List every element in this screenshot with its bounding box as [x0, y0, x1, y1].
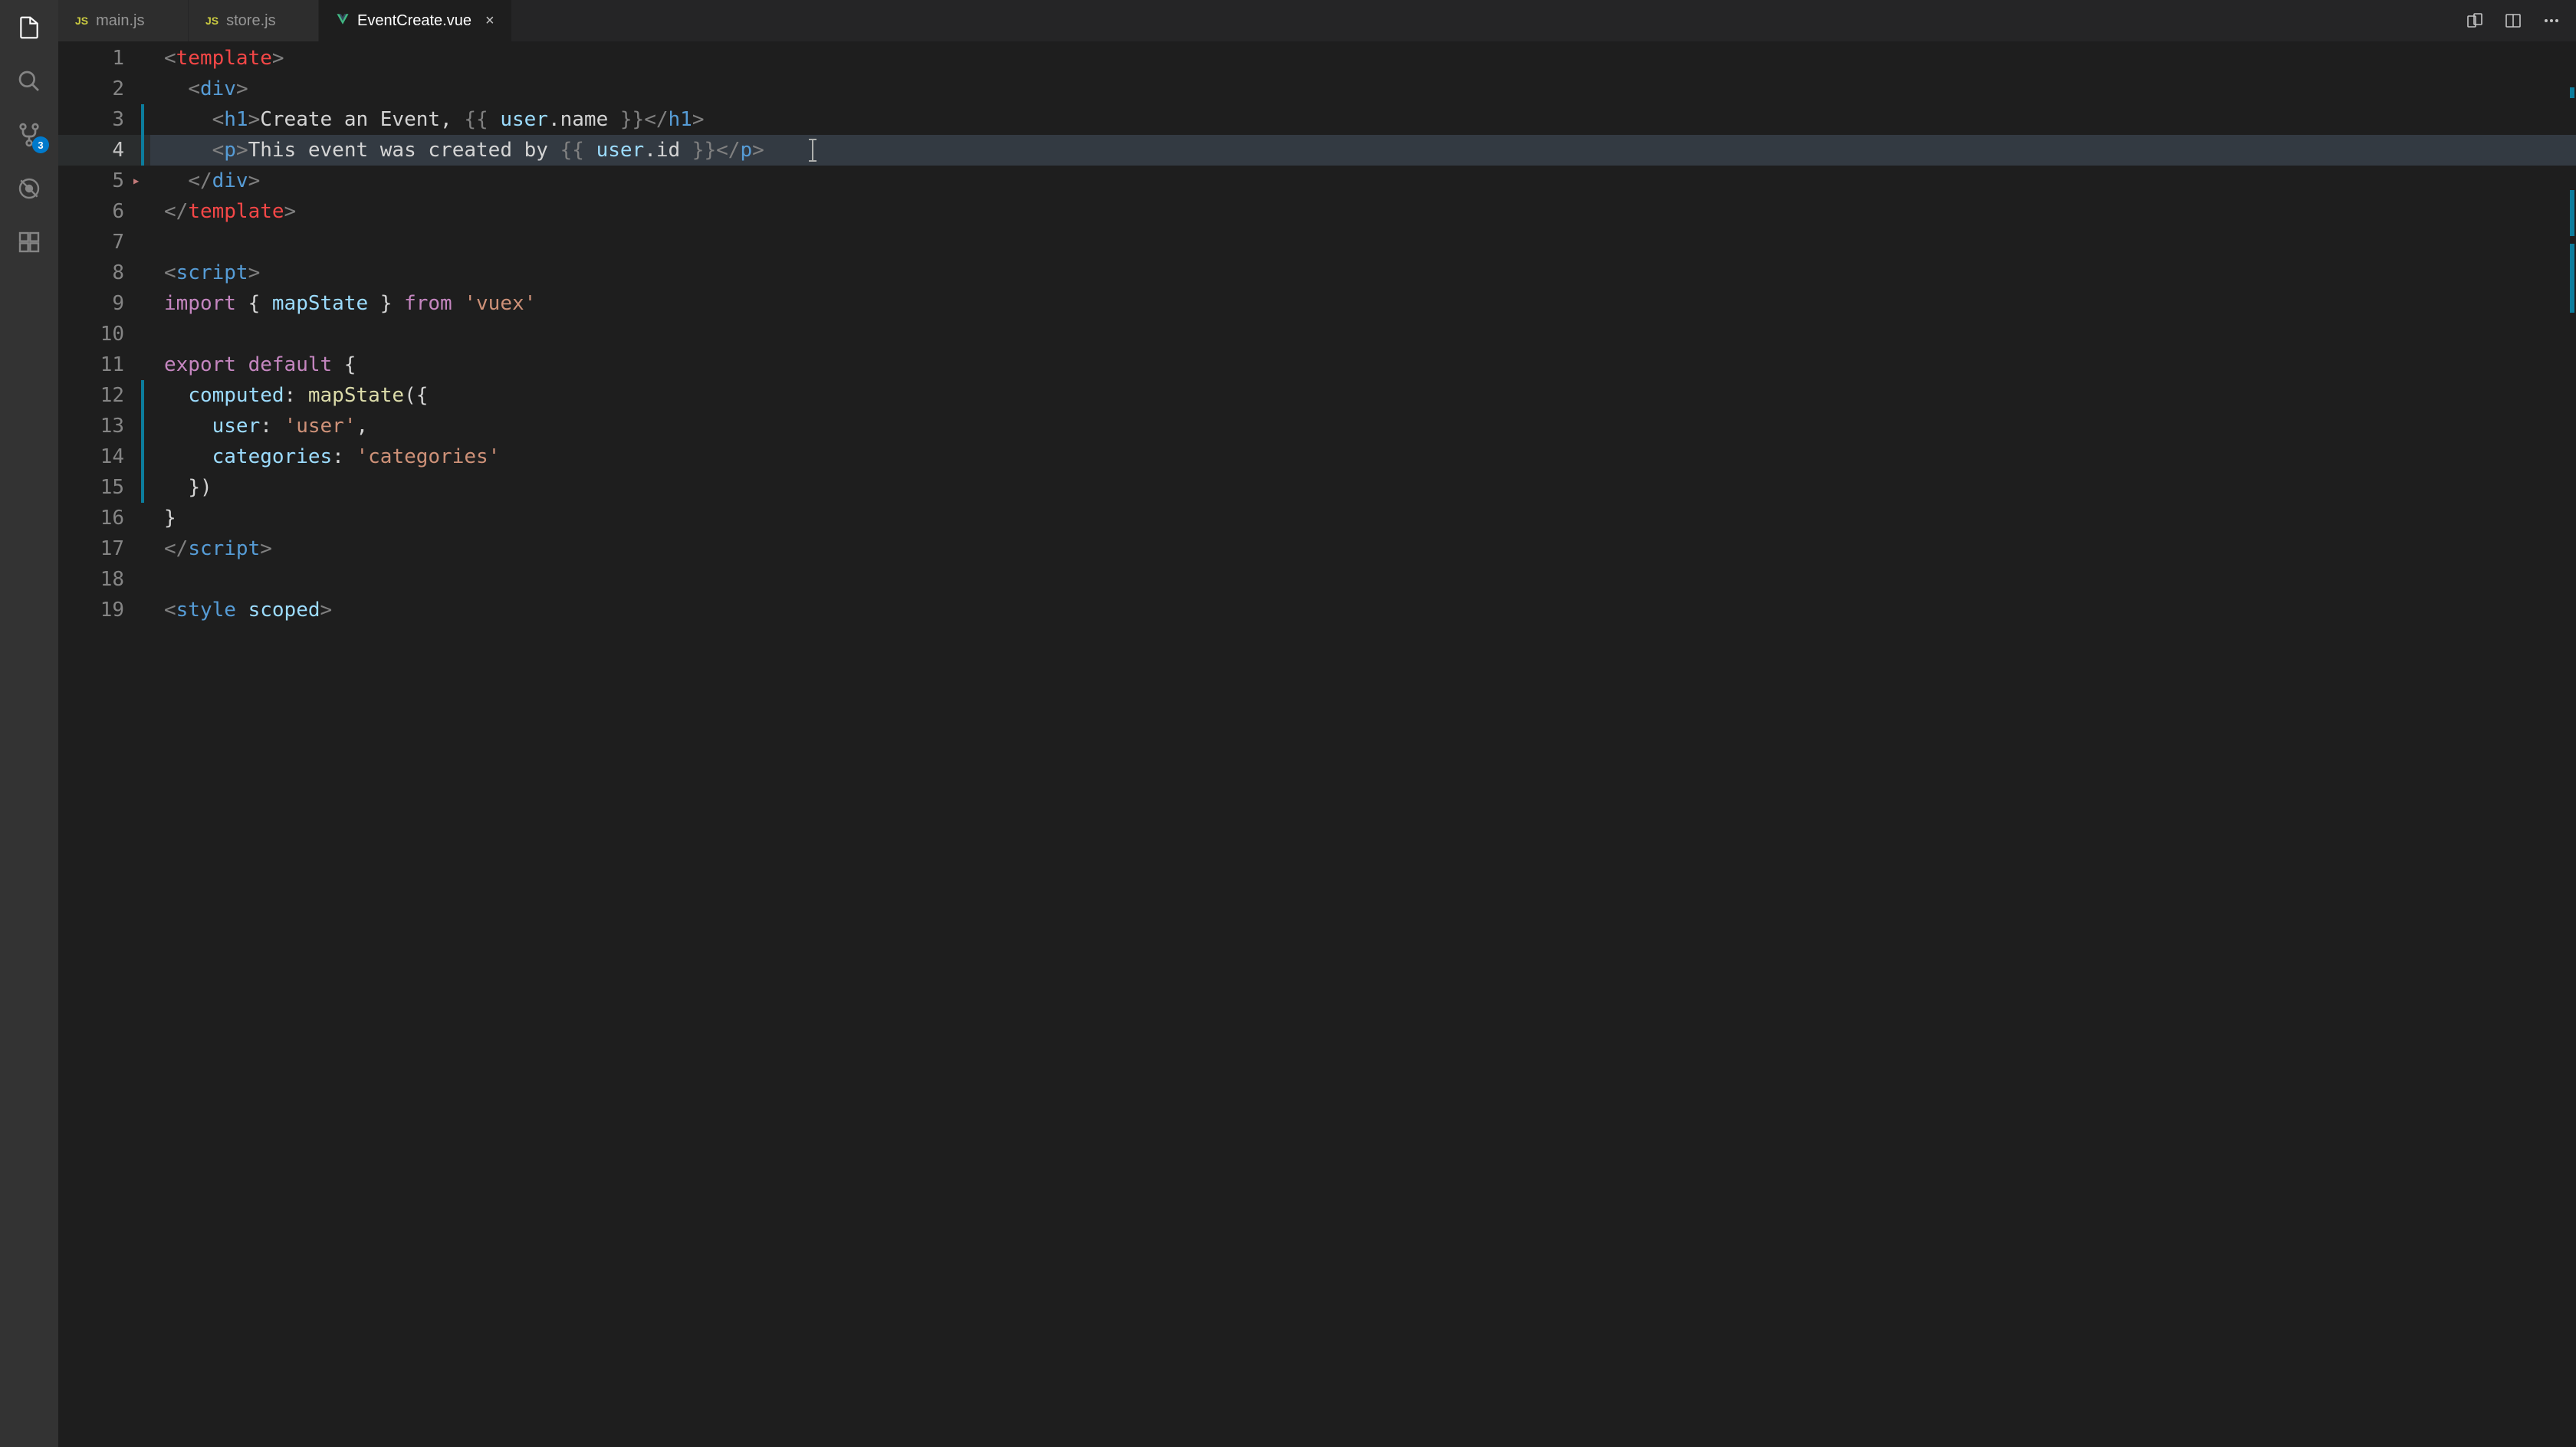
- editor-actions: [2466, 0, 2576, 41]
- code-line[interactable]: computed: mapState({: [150, 380, 2576, 411]
- code-line[interactable]: <style scoped>: [150, 595, 2576, 625]
- line-number: 13: [58, 411, 124, 441]
- line-number: 18: [58, 564, 124, 595]
- line-number: 2: [58, 74, 124, 104]
- tab-eventcreate-vue[interactable]: EventCreate.vue ×: [319, 0, 512, 41]
- line-number: 17: [58, 533, 124, 564]
- close-icon[interactable]: ×: [485, 12, 495, 30]
- code-line[interactable]: user: 'user',: [150, 411, 2576, 441]
- code-line[interactable]: </div>▶: [150, 166, 2576, 196]
- text-cursor: [812, 139, 813, 162]
- line-number: 15: [58, 472, 124, 503]
- line-number: 19: [58, 595, 124, 625]
- line-number: 16: [58, 503, 124, 533]
- code-line[interactable]: <h1>Create an Event, {{ user.name }}</h1…: [150, 104, 2576, 135]
- line-number: 14: [58, 441, 124, 472]
- line-number: 12: [58, 380, 124, 411]
- code-line[interactable]: [150, 564, 2576, 595]
- line-number-gutter: 12345678910111213141516171819: [58, 41, 150, 1447]
- tab-label: main.js: [96, 12, 144, 30]
- line-number: 11: [58, 349, 124, 380]
- code-line[interactable]: [150, 227, 2576, 258]
- code-line[interactable]: }: [150, 503, 2576, 533]
- line-number: 9: [58, 288, 124, 319]
- more-actions-icon[interactable]: [2542, 11, 2561, 30]
- line-number: 7: [58, 227, 124, 258]
- fold-arrow-icon[interactable]: ▶: [133, 166, 139, 196]
- search-icon[interactable]: [15, 67, 43, 95]
- code-line[interactable]: </script>: [150, 533, 2576, 564]
- split-editor-icon[interactable]: [2504, 11, 2522, 30]
- line-number: 10: [58, 319, 124, 349]
- line-number: 3: [58, 104, 124, 135]
- line-number: 6: [58, 196, 124, 227]
- line-number: 4: [58, 135, 124, 166]
- editor-group: JS main.js JS store.js EventCreate.vue ×…: [58, 0, 2576, 1447]
- js-file-icon: JS: [75, 15, 88, 27]
- open-changes-icon[interactable]: [2466, 11, 2484, 30]
- overview-ruler: [2570, 87, 2574, 315]
- code-line[interactable]: </template>: [150, 196, 2576, 227]
- extensions-icon[interactable]: [15, 228, 43, 256]
- tab-label: store.js: [226, 12, 275, 30]
- code-line[interactable]: <template>: [150, 43, 2576, 74]
- activity-bar: 3: [0, 0, 58, 1447]
- tab-main-js[interactable]: JS main.js: [58, 0, 189, 41]
- scm-badge: 3: [32, 136, 49, 153]
- code-line[interactable]: <div>: [150, 74, 2576, 104]
- tab-bar: JS main.js JS store.js EventCreate.vue ×: [58, 0, 2576, 41]
- tab-label: EventCreate.vue: [357, 12, 472, 30]
- tab-store-js[interactable]: JS store.js: [189, 0, 319, 41]
- source-control-icon[interactable]: 3: [15, 121, 43, 149]
- code-area[interactable]: <template> <div> <h1>Create an Event, {{…: [150, 41, 2576, 1447]
- code-line[interactable]: }): [150, 472, 2576, 503]
- line-number: 1: [58, 43, 124, 74]
- modified-indicator: [141, 104, 144, 166]
- modified-indicator: [141, 380, 144, 503]
- line-number: 8: [58, 258, 124, 288]
- code-line[interactable]: <script>: [150, 258, 2576, 288]
- explorer-icon[interactable]: [15, 14, 43, 41]
- code-line[interactable]: import { mapState } from 'vuex': [150, 288, 2576, 319]
- line-number: 5: [58, 166, 124, 196]
- code-line[interactable]: categories: 'categories': [150, 441, 2576, 472]
- debug-icon[interactable]: [15, 175, 43, 202]
- vue-file-icon: [336, 12, 350, 30]
- code-editor[interactable]: 12345678910111213141516171819 <template>…: [58, 41, 2576, 1447]
- code-line[interactable]: [150, 319, 2576, 349]
- js-file-icon: JS: [205, 15, 219, 27]
- code-line[interactable]: export default {: [150, 349, 2576, 380]
- code-line[interactable]: <p>This event was created by {{ user.id …: [150, 135, 2576, 166]
